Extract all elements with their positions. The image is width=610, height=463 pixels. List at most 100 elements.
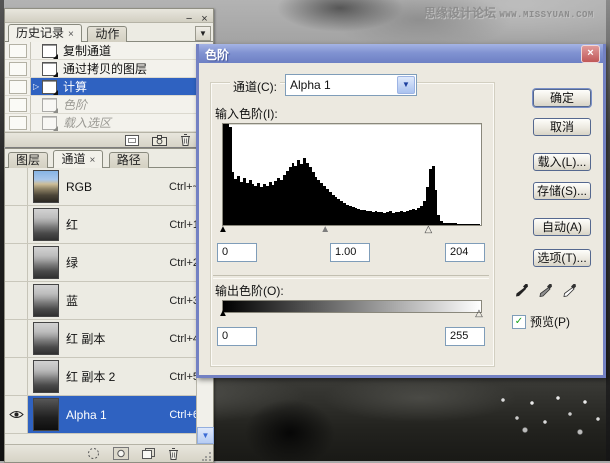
- channel-name: 红 副本: [66, 330, 169, 347]
- history-row[interactable]: 通过拷贝的图层: [5, 60, 213, 78]
- black-point-eyedropper-icon[interactable]: [515, 283, 529, 300]
- highlight-input-slider[interactable]: △: [425, 224, 433, 236]
- channel-thumbnail: [33, 208, 59, 241]
- panel-menu-icon[interactable]: ▼: [195, 26, 211, 41]
- dialog-close-icon[interactable]: ×: [581, 45, 600, 63]
- input-midtone-field[interactable]: 1.00: [330, 243, 370, 262]
- options-button[interactable]: 选项(T)...: [533, 249, 591, 267]
- load-button[interactable]: 载入(L)...: [533, 153, 591, 171]
- delete-channel-trash-icon[interactable]: [168, 448, 179, 460]
- scroll-down-icon[interactable]: ▼: [197, 427, 214, 444]
- history-source-checkbox[interactable]: [5, 42, 31, 59]
- cancel-button[interactable]: 取消: [533, 118, 591, 136]
- tab-layers[interactable]: 图层: [8, 152, 48, 168]
- watermark-site-name: 思缘设计论坛: [424, 6, 496, 20]
- preview-option: ✓ 预览(P): [512, 313, 570, 330]
- channel-dropdown[interactable]: Alpha 1 ▼: [285, 74, 417, 96]
- visibility-toggle[interactable]: [5, 320, 28, 357]
- dialog-titlebar[interactable]: 色阶 ×: [199, 44, 603, 63]
- load-channel-as-selection-icon[interactable]: [87, 447, 100, 460]
- history-source-checkbox[interactable]: [5, 78, 31, 95]
- output-highlight-field[interactable]: 255: [445, 327, 485, 346]
- delete-trash-icon[interactable]: [180, 134, 191, 146]
- history-source-checkbox[interactable]: [5, 96, 31, 113]
- white-point-eyedropper-icon[interactable]: [563, 283, 577, 300]
- channel-thumbnail: [33, 360, 59, 393]
- watermark: 思缘设计论坛 WWW.MISSYUAN.COM: [424, 4, 606, 20]
- section-separator: [213, 275, 489, 279]
- tab-history[interactable]: 历史记录×: [8, 24, 82, 42]
- dialog-body: 通道(C): Alpha 1 ▼ 输入色阶(I): ▲ ▲ △ 0 1.00 2…: [199, 63, 603, 372]
- history-bottom-bar: [5, 132, 213, 147]
- history-state-icon: [42, 98, 57, 112]
- midtone-input-slider[interactable]: ▲: [320, 224, 330, 236]
- preview-checkbox[interactable]: ✓: [512, 315, 526, 329]
- preview-label: 预览(P): [530, 313, 570, 330]
- highlight-output-slider[interactable]: △: [475, 308, 483, 320]
- panel-resize-grip[interactable]: [202, 451, 212, 461]
- history-state-label: 计算: [63, 78, 87, 95]
- new-document-from-state-icon[interactable]: [125, 135, 139, 146]
- shadow-input-slider[interactable]: ▲: [218, 224, 228, 236]
- input-slider-track: ▲ ▲ △: [222, 226, 480, 238]
- history-row[interactable]: 载入选区: [5, 114, 213, 132]
- history-row[interactable]: ▷ 计算: [5, 78, 213, 96]
- history-panel-titlebar: − ×: [5, 9, 213, 23]
- auto-button[interactable]: 自动(A): [533, 218, 591, 236]
- history-state-icon: [42, 80, 57, 94]
- history-state-label: 色阶: [63, 96, 87, 113]
- channel-row[interactable]: 红 Ctrl+1: [5, 206, 213, 244]
- gray-point-eyedropper-icon[interactable]: [539, 283, 553, 300]
- visibility-toggle[interactable]: [5, 206, 28, 243]
- channel-name: 红: [66, 216, 169, 233]
- channel-row[interactable]: RGB Ctrl+~: [5, 168, 213, 206]
- current-state-pointer-icon: ▷: [33, 78, 42, 95]
- shadow-output-slider[interactable]: ▲: [218, 308, 228, 320]
- history-row[interactable]: 复制通道: [5, 42, 213, 60]
- channel-name: 红 副本 2: [66, 368, 169, 385]
- tab-actions[interactable]: 动作: [87, 26, 127, 42]
- visibility-toggle[interactable]: [5, 396, 28, 433]
- channel-name: 绿: [66, 254, 169, 271]
- output-shadow-field[interactable]: 0: [217, 327, 257, 346]
- eye-icon: [9, 410, 24, 419]
- tab-actions-label: 动作: [95, 27, 119, 41]
- tab-close-icon[interactable]: ×: [89, 155, 95, 166]
- tab-layers-label: 图层: [16, 153, 40, 167]
- history-row[interactable]: 色阶: [5, 96, 213, 114]
- save-selection-as-channel-icon[interactable]: [113, 447, 129, 460]
- channel-row[interactable]: Alpha 1 Ctrl+6: [5, 396, 213, 434]
- history-source-checkbox[interactable]: [5, 60, 31, 77]
- channel-row[interactable]: 绿 Ctrl+2: [5, 244, 213, 282]
- output-slider-track: ▲ △: [222, 310, 480, 322]
- visibility-toggle[interactable]: [5, 282, 28, 319]
- tab-close-icon[interactable]: ×: [68, 29, 74, 40]
- channel-row[interactable]: 红 副本 2 Ctrl+5: [5, 358, 213, 396]
- history-list: 复制通道 通过拷贝的图层 ▷ 计算 色阶 载入选区: [5, 42, 213, 132]
- tab-paths-label: 路径: [117, 153, 141, 167]
- tab-paths[interactable]: 路径: [109, 152, 149, 168]
- dialog-title: 色阶: [205, 46, 229, 63]
- channel-row[interactable]: 蓝 Ctrl+3: [5, 282, 213, 320]
- channel-thumbnail: [33, 322, 59, 355]
- tab-channels[interactable]: 通道 ×: [53, 150, 103, 168]
- input-highlight-field[interactable]: 204: [445, 243, 485, 262]
- channel-name: RGB: [66, 180, 169, 194]
- new-channel-icon[interactable]: [142, 448, 155, 459]
- chevron-down-icon[interactable]: ▼: [397, 76, 415, 94]
- channel-row[interactable]: 红 副本 Ctrl+4: [5, 320, 213, 358]
- tab-channels-label: 通道: [61, 152, 85, 166]
- save-button[interactable]: 存储(S)...: [533, 182, 591, 200]
- history-state-icon: [42, 62, 57, 76]
- visibility-toggle[interactable]: [5, 358, 28, 395]
- visibility-toggle[interactable]: [5, 168, 28, 205]
- watermark-url: WWW.MISSYUAN.COM: [499, 10, 593, 20]
- channel-name: Alpha 1: [66, 408, 169, 422]
- channel-dropdown-value: Alpha 1: [286, 78, 396, 92]
- ok-button[interactable]: 确定: [533, 89, 591, 107]
- input-shadow-field[interactable]: 0: [217, 243, 257, 262]
- new-snapshot-camera-icon[interactable]: [152, 135, 167, 146]
- output-levels-label: 输出色阶(O):: [215, 282, 284, 299]
- visibility-toggle[interactable]: [5, 244, 28, 281]
- history-source-checkbox[interactable]: [5, 114, 31, 131]
